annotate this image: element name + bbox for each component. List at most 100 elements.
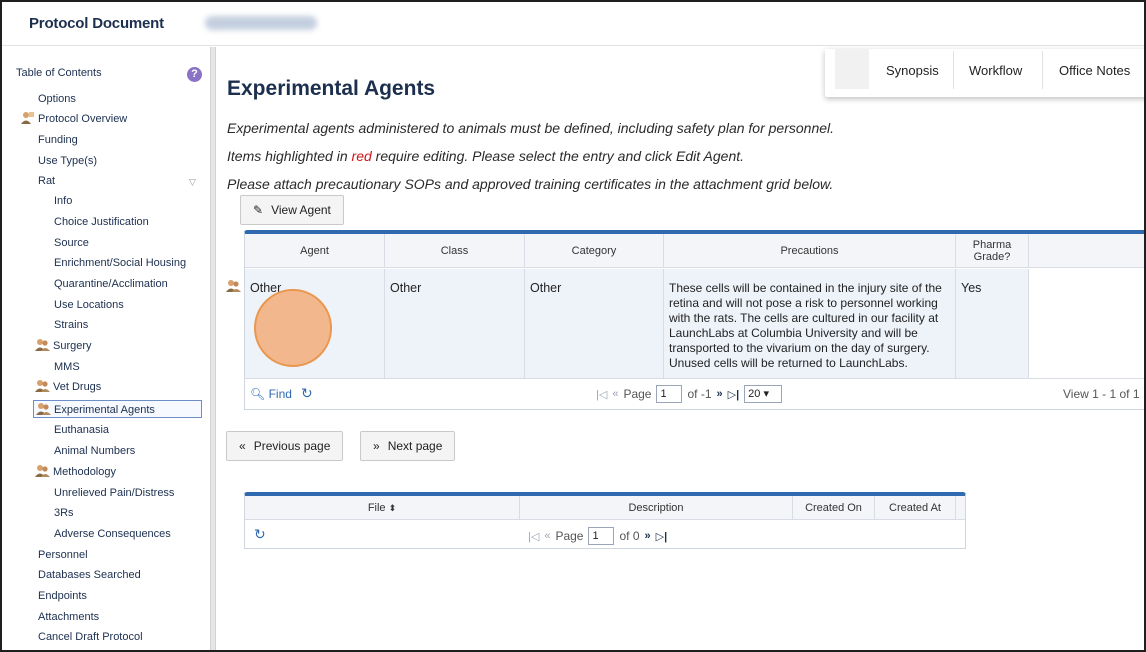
- cell-divider: [663, 269, 664, 378]
- cell-precautions: These cells will be contained in the inj…: [669, 281, 942, 370]
- page-number-input[interactable]: 1: [656, 385, 683, 403]
- cell-category: Other: [530, 281, 562, 295]
- toc-item-source[interactable]: Source: [54, 234, 89, 252]
- people-icon: [35, 339, 50, 351]
- instruction-text-3: Please attach precautionary SOPs and app…: [227, 176, 834, 192]
- cell-divider: [1028, 269, 1029, 378]
- double-chevron-left-icon: «: [239, 439, 246, 453]
- toc-item-funding[interactable]: Funding: [38, 131, 78, 149]
- next-page-icon[interactable]: »: [717, 388, 723, 400]
- toc-item-unrelieved-pain[interactable]: Unrelieved Pain/Distress: [54, 484, 174, 502]
- toc-item-surgery[interactable]: Surgery: [35, 337, 92, 355]
- instruction-text-2: Items highlighted in red require editing…: [227, 148, 745, 164]
- toc-item-methodology[interactable]: Methodology: [35, 463, 116, 481]
- help-icon[interactable]: ?: [187, 67, 202, 82]
- page-title: Experimental Agents: [227, 77, 436, 100]
- tab-blank[interactable]: [835, 49, 869, 89]
- col-precautions[interactable]: Precautions: [664, 234, 956, 268]
- toc-item-protocol-overview[interactable]: Protocol Overview: [20, 110, 127, 128]
- col-file[interactable]: File ⬍: [245, 496, 520, 520]
- toc-item-animal-numbers[interactable]: Animal Numbers: [54, 442, 135, 460]
- search-icon: 🔍︎: [250, 387, 266, 401]
- cell-divider: [524, 269, 525, 378]
- people-icon: [226, 280, 241, 292]
- tab-separator: [1042, 51, 1043, 89]
- main-content: Experimental Agents Synopsis Workflow Of…: [217, 47, 1144, 650]
- next-page-button[interactable]: » Next page: [360, 431, 456, 461]
- col-created-at[interactable]: Created At: [875, 496, 956, 520]
- people-icon: [35, 465, 50, 477]
- find-link[interactable]: 🔍︎ Find: [250, 387, 292, 401]
- tab-separator: [953, 51, 954, 89]
- top-bar: Protocol Document: [2, 2, 1144, 46]
- person-icon: [21, 112, 34, 124]
- instruction-text-1: Experimental agents administered to anim…: [227, 120, 835, 136]
- toc-item-mms[interactable]: MMS: [54, 358, 80, 376]
- toc-item-quarantine[interactable]: Quarantine/Acclimation: [54, 275, 168, 293]
- toc-item-attachments[interactable]: Attachments: [38, 608, 99, 626]
- toc-item-vet-drugs[interactable]: Vet Drugs: [35, 378, 101, 396]
- page-size-select[interactable]: 20 ▾: [744, 385, 783, 403]
- app-window: Protocol Document Table of Contents ? Op…: [0, 0, 1146, 652]
- col-created-on[interactable]: Created On: [793, 496, 875, 520]
- grid-header: File ⬍ Description Created On Created At: [245, 496, 965, 520]
- toc-item-euthanasia[interactable]: Euthanasia: [54, 421, 109, 439]
- toc-item-choice-justification[interactable]: Choice Justification: [54, 213, 149, 231]
- refresh-icon[interactable]: ↻: [254, 526, 266, 543]
- pencil-icon: ✎: [253, 203, 264, 217]
- toc-item-strains[interactable]: Strains: [54, 316, 88, 334]
- col-agent[interactable]: Agent: [245, 234, 385, 268]
- cell-divider: [955, 269, 956, 378]
- last-page-icon[interactable]: ▷|: [728, 388, 740, 401]
- first-page-icon[interactable]: |◁: [528, 530, 539, 543]
- tab-office-notes[interactable]: Office Notes: [1059, 63, 1130, 78]
- agents-grid: Agent Class Category Precautions Pharma …: [244, 230, 1144, 410]
- toc-item-enrichment[interactable]: Enrichment/Social Housing: [54, 254, 186, 272]
- sidebar-resize-handle[interactable]: [210, 47, 216, 650]
- toc-item-use-types[interactable]: Use Type(s): [38, 152, 97, 170]
- double-chevron-right-icon: »: [373, 439, 380, 453]
- prev-page-icon[interactable]: «: [612, 388, 618, 400]
- col-description[interactable]: Description: [520, 496, 793, 520]
- toc-item-personnel[interactable]: Personnel: [38, 546, 88, 564]
- attachments-grid: File ⬍ Description Created On Created At…: [244, 492, 966, 549]
- toc-item-3rs[interactable]: 3Rs: [54, 504, 74, 522]
- first-page-icon[interactable]: |◁: [596, 388, 607, 401]
- collapse-chevron-icon[interactable]: ▽: [189, 177, 196, 188]
- section-tabs: Synopsis Workflow Office Notes: [825, 49, 1144, 97]
- col-class[interactable]: Class: [385, 234, 525, 268]
- last-page-icon[interactable]: ▷|: [656, 530, 668, 543]
- agents-pager: |◁ « Page 1 of -1 » ▷| 20 ▾: [596, 385, 783, 403]
- view-count: View 1 - 1 of 1: [1063, 387, 1140, 401]
- sort-icon: ⬍: [388, 503, 397, 513]
- page-number-input[interactable]: 1: [588, 527, 615, 545]
- toc-item-options[interactable]: Options: [38, 90, 76, 108]
- toc-item-rat[interactable]: Rat: [38, 172, 55, 190]
- toc-heading: Table of Contents: [16, 67, 102, 79]
- tab-synopsis[interactable]: Synopsis: [886, 63, 939, 78]
- grid-footer-divider: [245, 378, 1144, 379]
- toc-item-experimental-agents[interactable]: Experimental Agents: [33, 400, 202, 418]
- cell-class: Other: [390, 281, 422, 295]
- cell-divider: [384, 269, 385, 378]
- next-page-icon[interactable]: »: [645, 530, 651, 542]
- view-agent-button[interactable]: ✎ View Agent: [240, 195, 344, 225]
- people-icon: [36, 403, 51, 415]
- table-of-contents: Table of Contents ? Options Protocol Ove…: [2, 47, 210, 650]
- toc-item-use-locations[interactable]: Use Locations: [54, 296, 124, 314]
- col-pharma-grade[interactable]: Pharma Grade?: [956, 234, 1029, 268]
- cell-pharma-grade: Yes: [961, 281, 982, 295]
- toc-item-adverse-consequences[interactable]: Adverse Consequences: [54, 525, 171, 543]
- toc-item-endpoints[interactable]: Endpoints: [38, 587, 87, 605]
- prev-page-icon[interactable]: «: [544, 530, 550, 542]
- tab-workflow[interactable]: Workflow: [969, 63, 1022, 78]
- refresh-icon[interactable]: ↻: [301, 385, 313, 402]
- app-title: Protocol Document: [29, 15, 164, 32]
- col-category[interactable]: Category: [525, 234, 664, 268]
- toc-item-databases-searched[interactable]: Databases Searched: [38, 566, 141, 584]
- toc-item-cancel-draft[interactable]: Cancel Draft Protocol: [38, 628, 143, 646]
- previous-page-button[interactable]: «Previous page: [226, 431, 344, 461]
- toc-item-info[interactable]: Info: [54, 192, 72, 210]
- attachments-pager: |◁ « Page 1 of 0 » ▷|: [528, 527, 668, 545]
- grid-header: Agent Class Category Precautions Pharma …: [245, 234, 1144, 268]
